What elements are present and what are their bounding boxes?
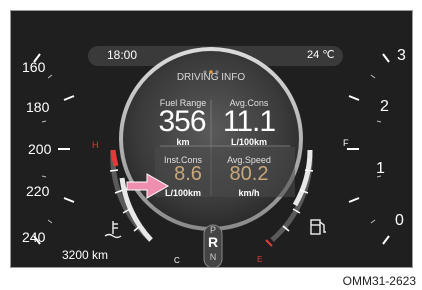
avg-speed-value: 80.2 [229,163,269,185]
speed-label-220: 220 [26,183,50,199]
fuel-range-value: 356 [158,105,206,138]
fuel-range-unit: km [176,137,190,147]
rpm-label-2: 2 [380,98,389,115]
fuel-pump-icon [310,219,326,235]
avg-cons-unit: L/100km [230,137,268,147]
figure-reference: OMM31-2623 [342,274,416,288]
gear-neutral: N [209,252,217,262]
speed-label-180: 180 [26,99,50,115]
rpm-tick-marks [347,53,390,245]
speed-label-200: 200 [28,141,52,157]
rpm-label-3: 3 [397,47,406,64]
driving-info-title: DRIVING INFO [176,72,246,83]
gear-reverse: R [207,234,219,250]
fuel-empty-label: E [257,255,263,264]
fuel-full-label: F [343,138,349,148]
rpm-label-1: 1 [376,160,385,177]
rpm-label-0: 0 [395,212,404,229]
speed-label-240: 240 [22,229,46,245]
odometer: 3200 km [62,248,109,262]
coolant-temperature-icon [104,221,122,239]
outside-temperature: 24 ℃ [307,49,335,61]
inst-cons-value: 8.6 [174,163,202,185]
speed-label-160: 160 [22,59,46,75]
inst-cons-unit: L/100km [164,188,202,198]
avg-cons-value: 11.1 [222,105,276,138]
instrument-cluster-screen: 18:00 24 ℃ DRIVING INFO 160 180 200 220 … [10,10,413,268]
temp-hot-label: H [92,140,99,150]
avg-speed-unit: km/h [238,188,260,198]
fuel-empty-mark [265,239,273,247]
temp-cold-label: C [174,256,180,265]
clock: 18:00 [107,48,138,62]
temp-gauge-hot-zone [110,149,119,167]
